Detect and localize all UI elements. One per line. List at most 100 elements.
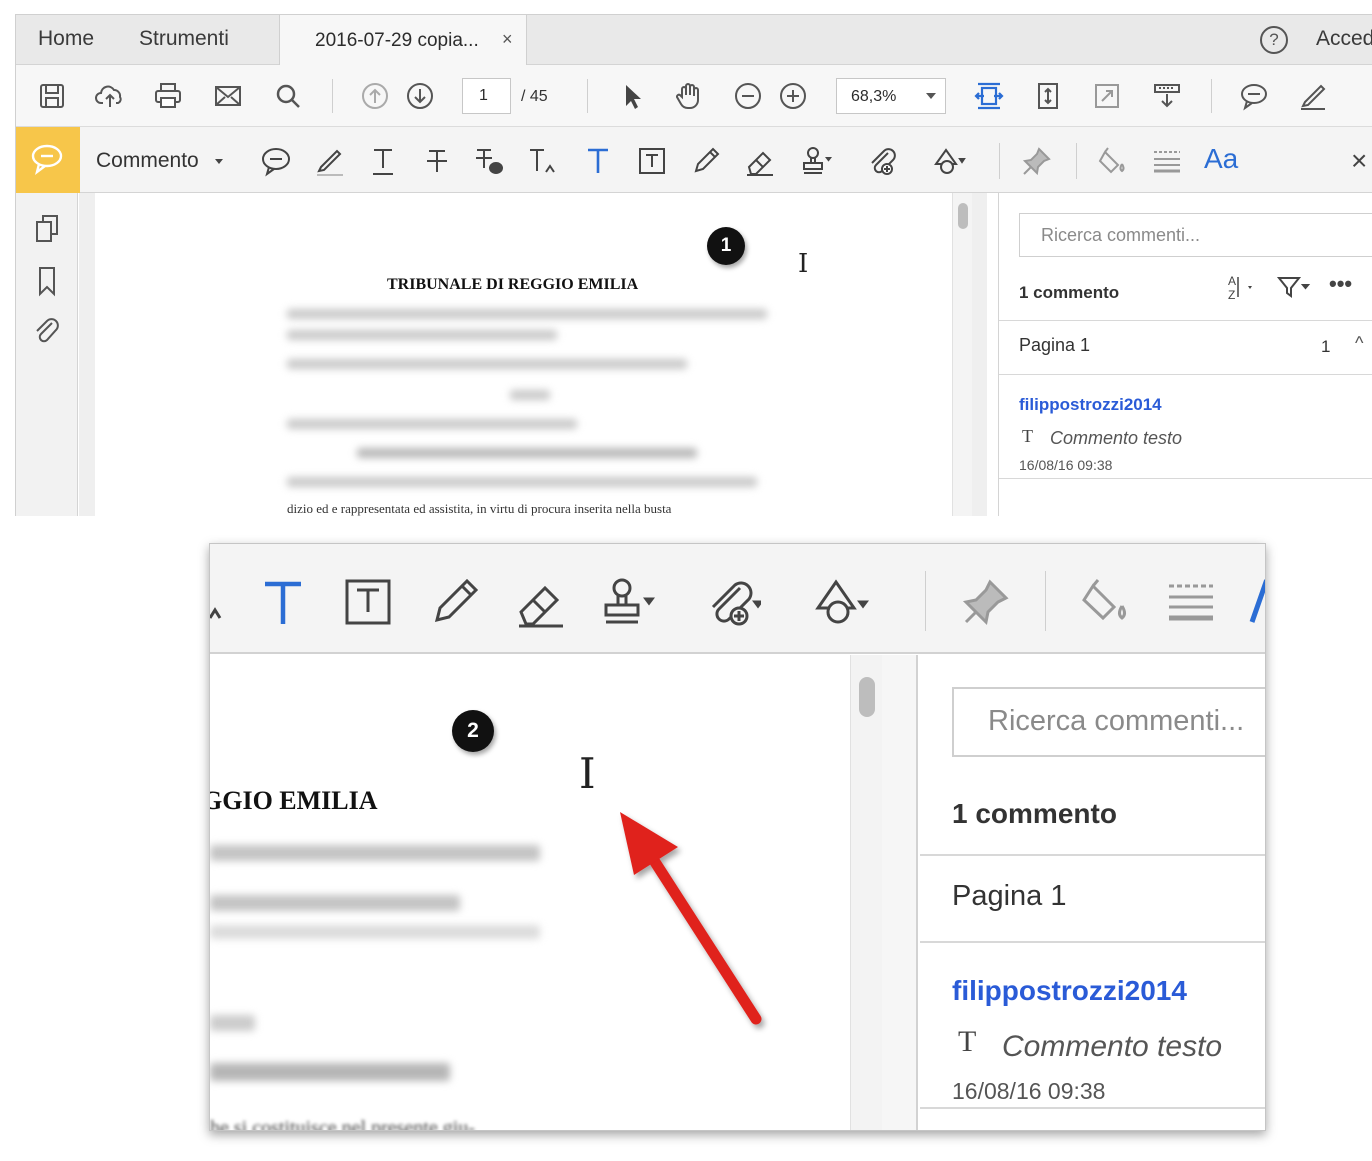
zoom-value: 68,3% [851, 88, 897, 105]
acrobat-window-screenshot: Home Strumenti 2016-07-29 copia... × ? A… [15, 14, 1372, 516]
page-thumbnails-icon[interactable] [33, 213, 61, 245]
add-text-icon[interactable] [581, 144, 615, 178]
zoom-out-icon[interactable] [732, 80, 764, 112]
divider [1045, 571, 1046, 631]
filter-icon[interactable] [1276, 273, 1314, 307]
document-title-fragment: GGIO EMILIA [209, 786, 378, 815]
vertical-scrollbar[interactable] [952, 193, 972, 516]
help-icon[interactable]: ? [1260, 26, 1288, 54]
zoom-select[interactable]: 68,3% [836, 78, 946, 114]
pin-icon[interactable] [1020, 144, 1054, 178]
text-properties-button[interactable]: Aa [1204, 143, 1238, 175]
scrollbar-thumb[interactable] [859, 677, 875, 717]
signin-link[interactable]: Accedi [1316, 27, 1372, 51]
page-group-header[interactable]: Pagina 1 [952, 880, 1067, 913]
comment-toolbar: Commento Aa × [16, 127, 1372, 193]
tab-tools[interactable]: Strumenti [139, 27, 229, 51]
blurred-text-line [510, 390, 550, 400]
hand-tool-icon[interactable] [673, 80, 705, 112]
comment-icon[interactable] [1238, 80, 1270, 112]
zoom-in-icon[interactable] [777, 80, 809, 112]
document-viewport: TRIBUNALE DI REGGIO EMILIA dizio ed e ra… [79, 193, 987, 516]
divider [999, 478, 1372, 479]
comments-panel: Ricerca commenti... 1 commento AZ ••• Pa… [998, 193, 1372, 516]
stamp-icon[interactable] [600, 574, 656, 630]
page-up-icon[interactable] [359, 80, 391, 112]
underline-text-icon[interactable] [366, 144, 400, 178]
blurred-text-line [210, 925, 540, 939]
chevron-down-icon[interactable] [215, 159, 223, 164]
select-arrow-icon[interactable] [616, 80, 648, 112]
print-icon[interactable] [152, 80, 184, 112]
line-weight-icon[interactable] [1163, 574, 1219, 630]
more-options-icon[interactable]: ••• [1329, 271, 1352, 297]
chevron-up-icon[interactable]: ^ [1355, 333, 1363, 354]
cloud-upload-icon[interactable] [94, 80, 126, 112]
full-screen-icon[interactable] [1091, 80, 1123, 112]
comment-search-input[interactable]: Ricerca commenti... [952, 687, 1265, 757]
close-comment-toolbar-icon[interactable]: × [1351, 145, 1367, 177]
shapes-icon[interactable] [814, 574, 870, 630]
page-total: / 45 [521, 88, 548, 105]
tab-document[interactable]: 2016-07-29 copia... × [279, 15, 527, 65]
divider [999, 320, 1372, 321]
save-icon[interactable] [36, 80, 68, 112]
eraser-icon[interactable] [513, 574, 569, 630]
blurred-text-line [287, 309, 767, 319]
divider [1211, 79, 1212, 113]
blurred-text-line [357, 448, 697, 458]
email-icon[interactable] [212, 80, 244, 112]
tab-close-icon[interactable]: × [502, 29, 513, 50]
strikethrough-text-icon[interactable] [420, 144, 454, 178]
attachment-icon[interactable] [33, 315, 61, 347]
vertical-scrollbar[interactable] [850, 655, 882, 1130]
fit-width-icon[interactable] [973, 80, 1005, 112]
comment-menu-label[interactable]: Commento [96, 149, 199, 173]
pencil-icon[interactable] [689, 144, 723, 178]
bookmark-icon[interactable] [33, 265, 61, 297]
pencil-icon[interactable] [427, 574, 483, 630]
pin-icon[interactable] [958, 574, 1014, 630]
insert-text-icon[interactable] [526, 144, 560, 178]
attach-file-icon[interactable] [866, 144, 900, 178]
comment-date: 16/08/16 09:38 [1019, 457, 1113, 473]
text-properties-icon[interactable] [1246, 574, 1265, 630]
panel-splitter[interactable] [882, 655, 918, 1130]
sort-az-icon[interactable]: AZ [1226, 273, 1260, 307]
blurred-text-line [287, 477, 757, 487]
stamp-icon[interactable] [799, 144, 833, 178]
comment-text[interactable]: Commento testo [1002, 1030, 1222, 1064]
tab-document-title: 2016-07-29 copia... [315, 30, 479, 51]
sign-pen-icon[interactable] [1297, 80, 1329, 112]
page-number-input[interactable]: 1 [462, 78, 511, 114]
fill-color-icon[interactable] [1096, 144, 1130, 178]
fit-page-icon[interactable] [1032, 80, 1064, 112]
comment-tool-tile[interactable] [16, 127, 80, 193]
blurred-text-line [287, 419, 577, 429]
comment-text[interactable]: Commento testo [1050, 428, 1182, 449]
attach-file-icon[interactable] [705, 574, 764, 630]
page-group-header[interactable]: Pagina 1 [1019, 335, 1090, 356]
fill-color-icon[interactable] [1078, 574, 1134, 630]
tab-home[interactable]: Home [38, 27, 94, 51]
eraser-icon[interactable] [743, 144, 777, 178]
insert-text-icon[interactable] [210, 574, 244, 630]
line-weight-icon[interactable] [1150, 144, 1184, 178]
search-icon[interactable] [272, 80, 304, 112]
comment-search-input[interactable]: Ricerca commenti... [1019, 213, 1372, 257]
highlight-icon[interactable] [313, 144, 347, 178]
comment-author[interactable]: filippostrozzi2014 [952, 975, 1187, 1007]
add-text-icon[interactable] [255, 574, 311, 630]
document-text-line: he si costituisce nel presente giu- [210, 1117, 475, 1131]
text-box-icon[interactable] [340, 574, 396, 630]
scrollbar-thumb[interactable] [958, 203, 968, 229]
replace-text-icon[interactable] [472, 144, 506, 178]
shapes-icon[interactable] [932, 144, 966, 178]
page-down-icon[interactable] [404, 80, 436, 112]
divider [999, 143, 1000, 179]
comment-author[interactable]: filippostrozzi2014 [1019, 395, 1162, 415]
sticky-note-icon[interactable] [259, 144, 293, 178]
svg-text:Z: Z [1228, 288, 1235, 301]
read-mode-icon[interactable] [1151, 80, 1183, 112]
text-box-icon[interactable] [635, 144, 669, 178]
